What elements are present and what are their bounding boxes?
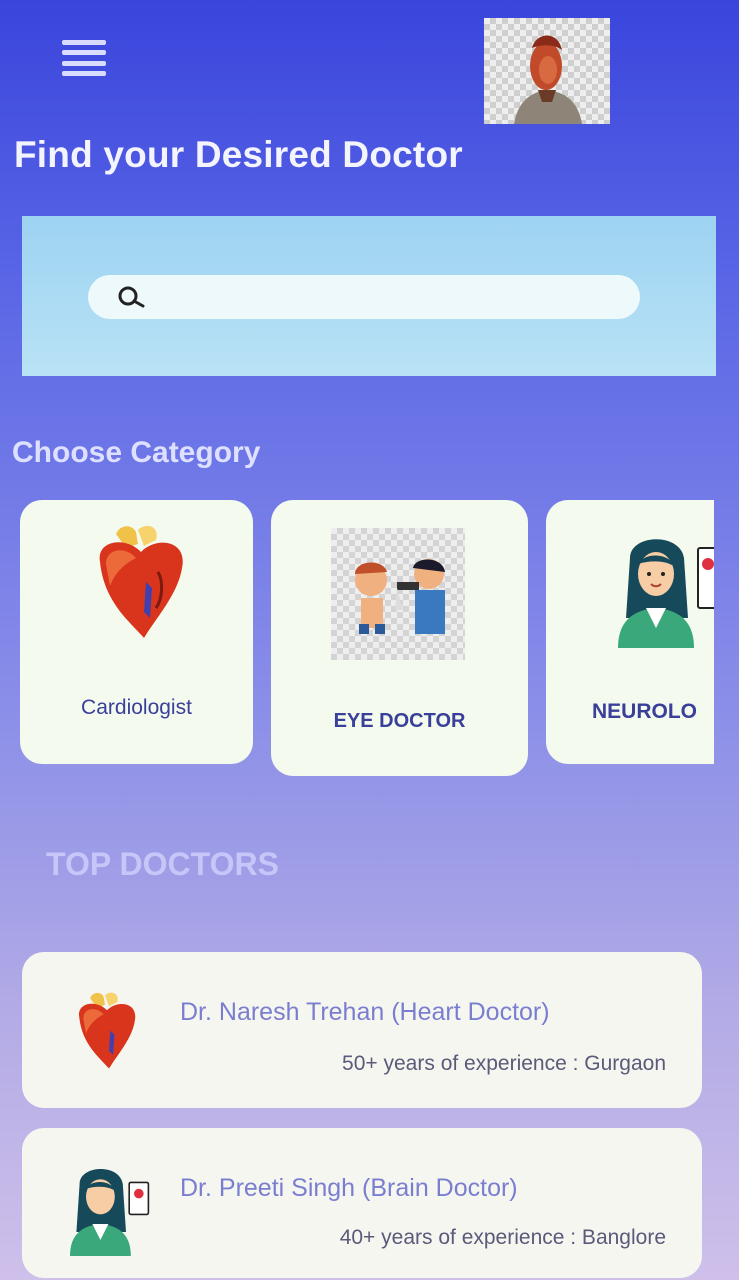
heart-icon	[99, 525, 183, 638]
neurologist-icon	[70, 1168, 150, 1256]
category-label: Cardiologist	[81, 696, 192, 719]
choose-category-heading: Choose Category	[12, 436, 261, 469]
doctor-name: Dr. Preeti Singh (Brain Doctor)	[180, 1174, 518, 1202]
menu-line	[62, 60, 106, 66]
doctor-name: Dr. Naresh Trehan (Heart Doctor)	[180, 998, 550, 1026]
category-card-neurologist[interactable]: NEUROLO	[546, 500, 714, 764]
neurologist-icon	[618, 539, 714, 648]
category-card-eye-doctor[interactable]: EYE DOCTOR	[271, 500, 528, 776]
eye-exam-icon	[355, 559, 445, 634]
menu-line	[62, 40, 106, 45]
top-doctors-heading: TOP DOCTORS	[46, 846, 279, 882]
search-icon	[118, 286, 145, 308]
heart-icon	[79, 992, 136, 1069]
hamburger-menu-icon[interactable]	[60, 36, 108, 80]
doctor-experience: 50+ years of experience : Gurgaon	[342, 1052, 666, 1075]
category-carousel[interactable]: Cardiologist EYE DOCTOR NEUROLO	[0, 500, 714, 790]
search-field[interactable]	[88, 275, 640, 319]
avatar-image	[514, 35, 582, 124]
search-panel	[22, 216, 716, 376]
menu-line	[62, 70, 106, 76]
page-title: Find your Desired Doctor	[14, 134, 463, 175]
search-input[interactable]	[156, 275, 640, 319]
doctor-card[interactable]: Dr. Naresh Trehan (Heart Doctor) 50+ yea…	[22, 952, 702, 1108]
doctor-experience: 40+ years of experience : Banglore	[339, 1226, 666, 1249]
category-label: EYE DOCTOR	[333, 710, 466, 732]
category-label: NEUROLO	[592, 700, 697, 723]
user-avatar[interactable]	[484, 18, 610, 124]
eye-exam-image	[331, 528, 465, 660]
doctor-card[interactable]: Dr. Preeti Singh (Brain Doctor) 40+ year…	[22, 1128, 702, 1278]
menu-line	[62, 50, 106, 56]
category-card-cardiologist[interactable]: Cardiologist	[20, 500, 253, 764]
